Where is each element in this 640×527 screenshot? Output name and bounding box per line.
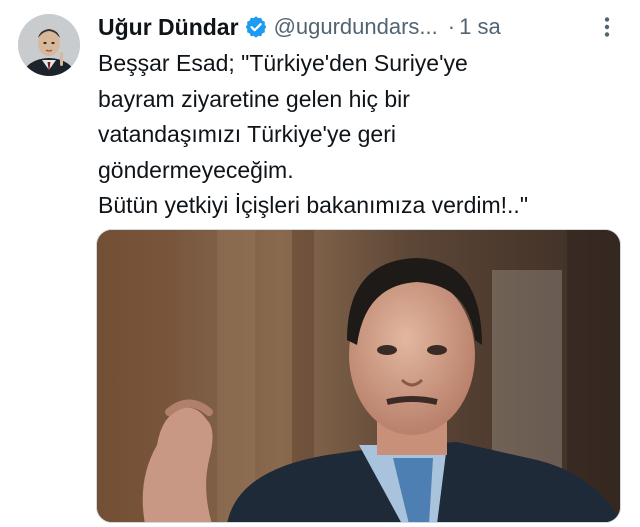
tweet-text-line: vatandaşımızı Türkiye'ye geri xyxy=(98,121,396,147)
display-name[interactable]: Uğur Dündar xyxy=(98,14,239,41)
tweet-text-line: Bütün yetkiyi İçişleri bakanımıza verdim… xyxy=(98,192,528,218)
tweet-header: Uğur Dündar @ugurdundars... · 1 sa xyxy=(98,12,626,42)
avatar[interactable] xyxy=(18,14,80,76)
timestamp[interactable]: 1 sa xyxy=(459,14,501,40)
tweet-text-line: göndermeyeceğim. xyxy=(98,156,294,183)
separator-dot: · xyxy=(447,14,456,39)
tweet-text: Beşşar Esad; "Türkiye'den Suriye'ye bayr… xyxy=(98,46,628,224)
tweet-text-line: Beşşar Esad; "Türkiye'den Suriye'ye xyxy=(98,50,468,76)
tweet-media-photo[interactable] xyxy=(96,229,621,523)
handle[interactable]: @ugurdundars... xyxy=(274,14,438,40)
verified-badge-icon xyxy=(245,16,267,38)
tweet-text-line: bayram ziyaretine gelen hiç bir xyxy=(98,85,410,112)
more-vertical-icon[interactable] xyxy=(600,12,614,42)
profile-avatar-icon xyxy=(18,14,80,76)
tweet-card[interactable]: Uğur Dündar @ugurdundars... · 1 sa Beşşa… xyxy=(0,0,640,527)
